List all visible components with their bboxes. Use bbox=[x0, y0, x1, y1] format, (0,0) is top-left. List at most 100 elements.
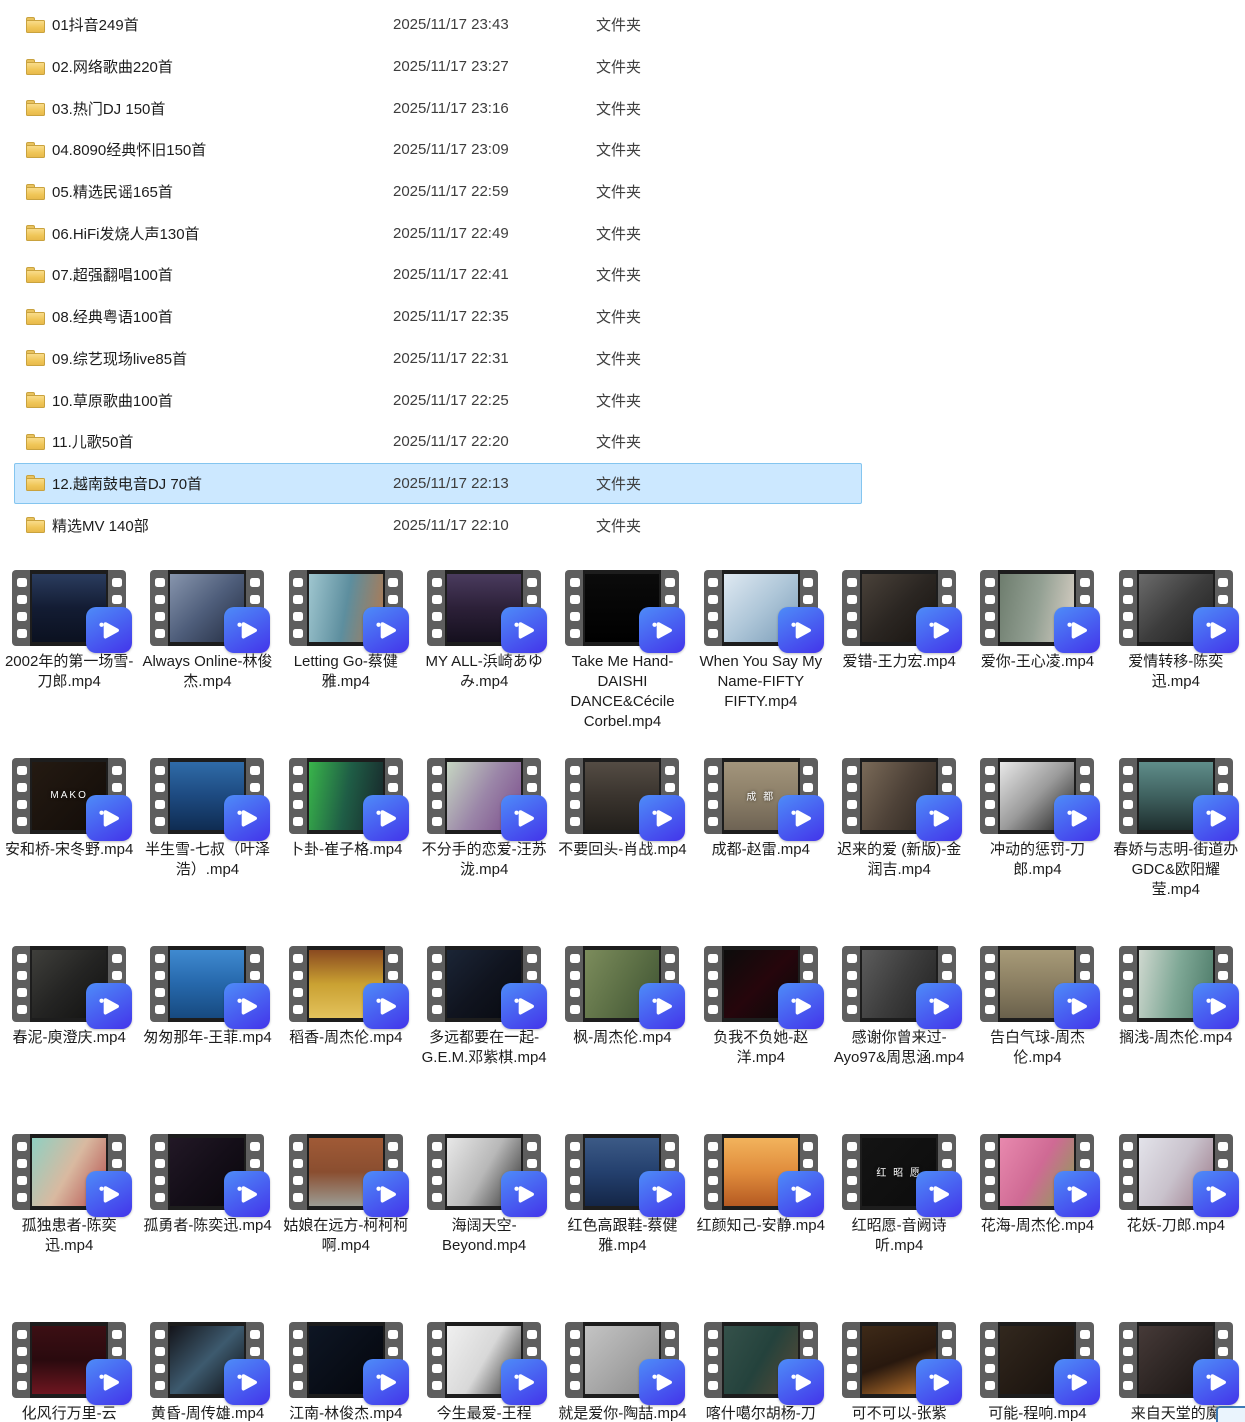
video-file-item[interactable]: 花妖-刀郎.mp4 bbox=[1107, 1134, 1245, 1322]
folder-row[interactable]: 12.越南鼓电音DJ 70首 2025/11/17 22:13 文件夹 bbox=[14, 463, 862, 505]
film-strip-icon bbox=[565, 570, 679, 646]
video-file-item[interactable]: MY ALL-浜崎あゆみ.mp4 bbox=[415, 570, 553, 758]
video-file-item[interactable]: Always Online-林俊杰.mp4 bbox=[138, 570, 276, 758]
video-file-item[interactable]: 就是爱你-陶喆.mp4 bbox=[553, 1322, 691, 1422]
film-strip-icon bbox=[565, 1322, 679, 1398]
film-sprocket-rail-left bbox=[150, 1322, 169, 1398]
video-filename: 黄昏-周传雄.mp4 bbox=[139, 1404, 275, 1422]
video-file-item[interactable]: 迟来的爱 (新版)-金润吉.mp4 bbox=[830, 758, 968, 946]
film-sprocket-rail-left bbox=[1119, 570, 1138, 646]
film-strip-icon bbox=[12, 570, 126, 646]
video-file-item[interactable]: 半生雪-七叔（叶泽浩）.mp4 bbox=[138, 758, 276, 946]
folder-modified-date: 2025/11/17 22:35 bbox=[393, 308, 596, 325]
video-file-item[interactable]: 匆匆那年-王菲.mp4 bbox=[138, 946, 276, 1134]
video-file-item[interactable]: 春娇与志明-街道办GDC&欧阳耀莹.mp4 bbox=[1107, 758, 1245, 946]
video-filename: 可不可以-张紫豪.mp4 bbox=[831, 1404, 967, 1422]
video-file-item[interactable]: 搁浅-周杰伦.mp4 bbox=[1107, 946, 1245, 1134]
folder-modified-date: 2025/11/17 22:10 bbox=[393, 517, 596, 534]
video-file-item[interactable]: 稻香-周杰伦.mp4 bbox=[277, 946, 415, 1134]
folder-icon bbox=[26, 59, 45, 75]
film-strip-icon bbox=[427, 1322, 541, 1398]
video-file-item[interactable]: 爱你-王心凌.mp4 bbox=[968, 570, 1106, 758]
folder-name: 01抖音249首 bbox=[52, 14, 368, 35]
video-file-item[interactable]: 海阔天空-Beyond.mp4 bbox=[415, 1134, 553, 1322]
folder-icon bbox=[26, 517, 45, 533]
video-file-item[interactable]: 多远都要在一起-G.E.M.邓紫棋.mp4 bbox=[415, 946, 553, 1134]
folder-row[interactable]: 11.儿歌50首 2025/11/17 22:20 文件夹 bbox=[14, 421, 862, 463]
video-file-item[interactable]: 喀什噶尔胡杨-刀郎.mp4 bbox=[692, 1322, 830, 1422]
play-badge-icon bbox=[1193, 607, 1239, 653]
video-file-item[interactable]: 不分手的恋爱-汪苏泷.mp4 bbox=[415, 758, 553, 946]
play-badge-icon bbox=[639, 1359, 685, 1405]
video-file-item[interactable]: 可不可以-张紫豪.mp4 bbox=[830, 1322, 968, 1422]
video-file-item[interactable]: 冲动的惩罚-刀郎.mp4 bbox=[968, 758, 1106, 946]
video-file-item[interactable]: 成 都 成都-赵雷.mp4 bbox=[692, 758, 830, 946]
video-file-item[interactable]: 2002年的第一场雪-刀郎.mp4 bbox=[0, 570, 138, 758]
folder-row[interactable]: 06.HiFi发烧人声130首 2025/11/17 22:49 文件夹 bbox=[14, 212, 862, 254]
film-strip-icon bbox=[842, 758, 956, 834]
film-strip-icon bbox=[289, 758, 403, 834]
video-filename: 可能-程响.mp4 bbox=[969, 1404, 1105, 1422]
folder-row[interactable]: 01抖音249首 2025/11/17 23:43 文件夹 bbox=[14, 4, 862, 46]
folder-icon bbox=[26, 475, 45, 491]
video-file-item[interactable]: 告白气球-周杰伦.mp4 bbox=[968, 946, 1106, 1134]
video-filename: 搁浅-周杰伦.mp4 bbox=[1108, 1028, 1244, 1048]
folder-row[interactable]: 03.热门DJ 150首 2025/11/17 23:16 文件夹 bbox=[14, 87, 862, 129]
film-sprocket-rail-left bbox=[427, 1134, 446, 1210]
video-file-item[interactable]: 江南-林俊杰.mp4 bbox=[277, 1322, 415, 1422]
play-badge-icon bbox=[916, 607, 962, 653]
video-file-item[interactable]: 爱情转移-陈奕迅.mp4 bbox=[1107, 570, 1245, 758]
video-file-item[interactable]: 爱错-王力宏.mp4 bbox=[830, 570, 968, 758]
film-sprocket-rail-left bbox=[427, 946, 446, 1022]
film-strip-icon bbox=[980, 946, 1094, 1022]
video-file-item[interactable]: 姑娘在远方-柯柯柯啊.mp4 bbox=[277, 1134, 415, 1322]
folder-modified-date: 2025/11/17 22:41 bbox=[393, 266, 596, 283]
video-file-item[interactable]: 今生最爱-王程明.mp4 bbox=[415, 1322, 553, 1422]
folder-row[interactable]: 08.经典粤语100首 2025/11/17 22:35 文件夹 bbox=[14, 296, 862, 338]
video-file-item[interactable]: 红色高跟鞋-蔡健雅.mp4 bbox=[553, 1134, 691, 1322]
folder-row[interactable]: 05.精选民谣165首 2025/11/17 22:59 文件夹 bbox=[14, 171, 862, 213]
folder-type-label: 文件夹 bbox=[596, 181, 641, 202]
video-file-item[interactable]: Letting Go-蔡健雅.mp4 bbox=[277, 570, 415, 758]
video-file-item[interactable]: 不要回头-肖战.mp4 bbox=[553, 758, 691, 946]
film-sprocket-rail-left bbox=[289, 1134, 308, 1210]
video-file-item[interactable]: 卜卦-崔子格.mp4 bbox=[277, 758, 415, 946]
video-file-item[interactable]: 感谢你曾来过-Ayo97&周思涵.mp4 bbox=[830, 946, 968, 1134]
folder-row[interactable]: 02.网络歌曲220首 2025/11/17 23:27 文件夹 bbox=[14, 46, 862, 88]
video-filename: 稻香-周杰伦.mp4 bbox=[278, 1028, 414, 1048]
play-badge-icon bbox=[501, 1359, 547, 1405]
play-badge-icon bbox=[916, 1359, 962, 1405]
folder-name: 10.草原歌曲100首 bbox=[52, 390, 368, 411]
film-strip-icon bbox=[704, 946, 818, 1022]
folder-row[interactable]: 04.8090经典怀旧150首 2025/11/17 23:09 文件夹 bbox=[14, 129, 862, 171]
video-file-item[interactable]: 孤勇者-陈奕迅.mp4 bbox=[138, 1134, 276, 1322]
film-strip-icon bbox=[289, 1322, 403, 1398]
video-file-item[interactable]: 孤独患者-陈奕迅.mp4 bbox=[0, 1134, 138, 1322]
video-file-item[interactable]: 红颜知己-安静.mp4 bbox=[692, 1134, 830, 1322]
video-file-item[interactable]: 负我不负她-赵洋.mp4 bbox=[692, 946, 830, 1134]
folder-row[interactable]: 09.综艺现场live85首 2025/11/17 22:31 文件夹 bbox=[14, 338, 862, 380]
folder-row[interactable]: 精选MV 140部 2025/11/17 22:10 文件夹 bbox=[14, 504, 862, 546]
video-file-item[interactable]: Take Me Hand-DAISHI DANCE&Cécile Corbel.… bbox=[553, 570, 691, 758]
folder-icon bbox=[26, 225, 45, 241]
folder-modified-date: 2025/11/17 22:31 bbox=[393, 350, 596, 367]
video-filename: 匆匆那年-王菲.mp4 bbox=[139, 1028, 275, 1048]
film-strip-icon bbox=[704, 570, 818, 646]
film-strip-icon bbox=[12, 1134, 126, 1210]
video-file-item[interactable]: 春泥-庾澄庆.mp4 bbox=[0, 946, 138, 1134]
video-file-item[interactable]: 红 昭 愿 红昭愿-音阙诗听.mp4 bbox=[830, 1134, 968, 1322]
video-file-item[interactable]: MAKO 安和桥-宋冬野.mp4 bbox=[0, 758, 138, 946]
film-sprocket-rail-left bbox=[980, 570, 999, 646]
video-file-item[interactable]: 黄昏-周传雄.mp4 bbox=[138, 1322, 276, 1422]
video-file-item[interactable]: 花海-周杰伦.mp4 bbox=[968, 1134, 1106, 1322]
video-file-item[interactable]: 化风行万里-云朵.mp4 bbox=[0, 1322, 138, 1422]
folder-row[interactable]: 07.超强翻唱100首 2025/11/17 22:41 文件夹 bbox=[14, 254, 862, 296]
video-file-item[interactable]: 枫-周杰伦.mp4 bbox=[553, 946, 691, 1134]
film-strip-icon bbox=[1119, 1134, 1233, 1210]
folder-name: 08.经典粤语100首 bbox=[52, 306, 368, 327]
video-filename: 安和桥-宋冬野.mp4 bbox=[1, 840, 137, 860]
video-file-item[interactable]: When You Say My Name-FIFTY FIFTY.mp4 bbox=[692, 570, 830, 758]
video-filename: 告白气球-周杰伦.mp4 bbox=[969, 1028, 1105, 1068]
video-file-item[interactable]: 可能-程响.mp4 bbox=[968, 1322, 1106, 1422]
folder-row[interactable]: 10.草原歌曲100首 2025/11/17 22:25 文件夹 bbox=[14, 379, 862, 421]
